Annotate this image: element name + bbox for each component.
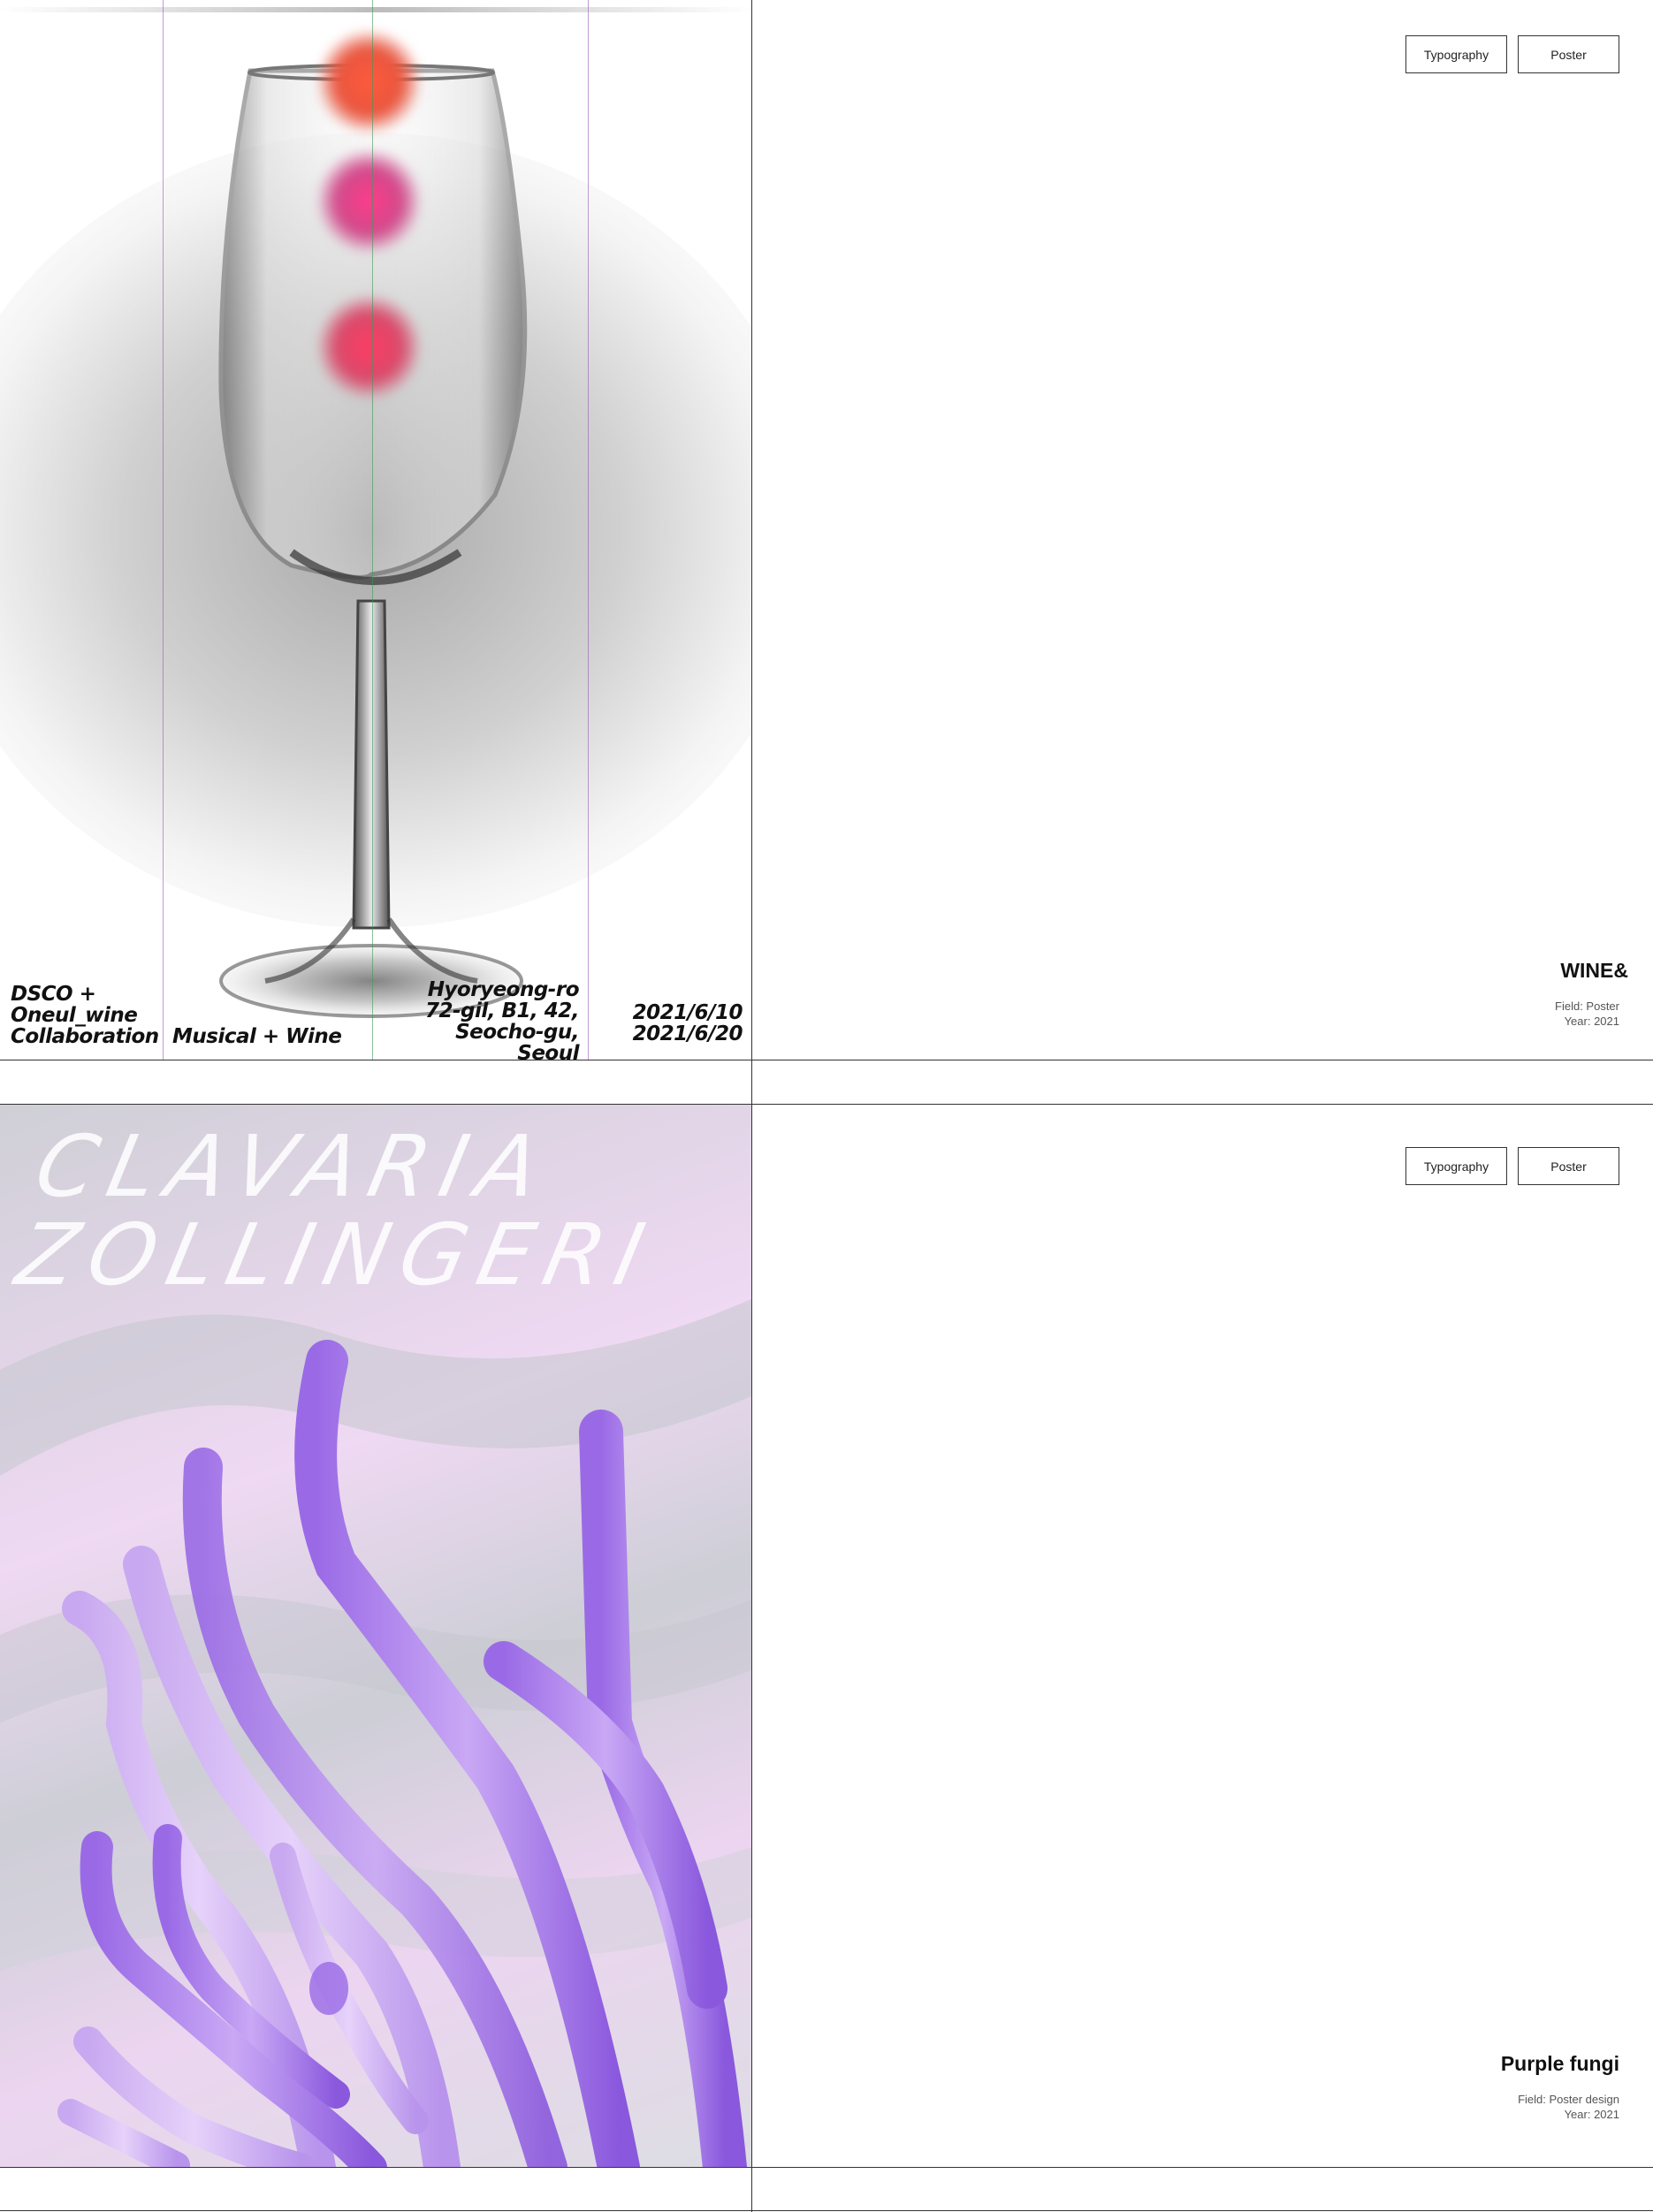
address-text: Hyoryeong-ro 72-gil, B1, 42, Seocho-gu, … (424, 978, 580, 1060)
tag-typography[interactable]: Typography (1405, 1147, 1507, 1185)
project-card-fungi[interactable]: CLAVARIA ZOLLINGERI Typography Poster Pu… (0, 1105, 1653, 2168)
orb-bottom (318, 296, 420, 398)
tag-list: Typography Poster (1405, 35, 1619, 73)
divider-horizontal-4 (0, 2210, 1653, 2211)
project-card-wine[interactable]: DSCO + Oneul_wine Collaboration Musical … (0, 0, 1653, 1060)
divider-vertical-1 (751, 0, 752, 1060)
project-info-wine: Typography Poster WINE& Field: Poster Ye… (752, 0, 1653, 1060)
divider-vertical-gap-2 (751, 2168, 752, 2212)
project-info-fungi: Typography Poster Purple fungi Field: Po… (752, 1105, 1653, 2168)
project-meta: WINE& Field: Poster Year: 2021 (1555, 959, 1628, 1029)
poster-image-wine[interactable]: DSCO + Oneul_wine Collaboration Musical … (0, 0, 751, 1060)
guide-line-left (163, 0, 164, 1060)
tag-poster[interactable]: Poster (1518, 35, 1619, 73)
guide-line-center (372, 0, 373, 1060)
tag-poster[interactable]: Poster (1518, 1147, 1619, 1185)
musical-wine-text: Musical + Wine (172, 1025, 342, 1048)
guide-line-right (588, 0, 589, 1060)
poster-image-fungi[interactable]: CLAVARIA ZOLLINGERI (0, 1105, 751, 2168)
project-title: Purple fungi (1500, 2052, 1619, 2075)
collab-text: DSCO + Oneul_wine Collaboration (11, 983, 159, 1048)
divider-vertical-gap-1 (751, 1060, 752, 1105)
dates-text: 2021/6/10 2021/6/20 (632, 1001, 743, 1045)
project-meta: Purple fungi Field: Poster design Year: … (1501, 2052, 1619, 2122)
orb-middle (318, 150, 420, 252)
project-year: Year: 2021 (1564, 1015, 1619, 1028)
project-field: Field: Poster design (1518, 2093, 1619, 2106)
divider-vertical-2 (751, 1105, 752, 2168)
tag-typography[interactable]: Typography (1405, 35, 1507, 73)
project-field: Field: Poster (1555, 1000, 1619, 1013)
project-year: Year: 2021 (1564, 2108, 1619, 2121)
project-title: WINE& (1560, 959, 1628, 982)
poster-title-text: CLAVARIA ZOLLINGERI (8, 1117, 665, 1304)
tag-list: Typography Poster (1405, 1147, 1619, 1185)
divider-horizontal-3 (0, 2167, 1653, 2168)
orb-top (318, 31, 420, 133)
